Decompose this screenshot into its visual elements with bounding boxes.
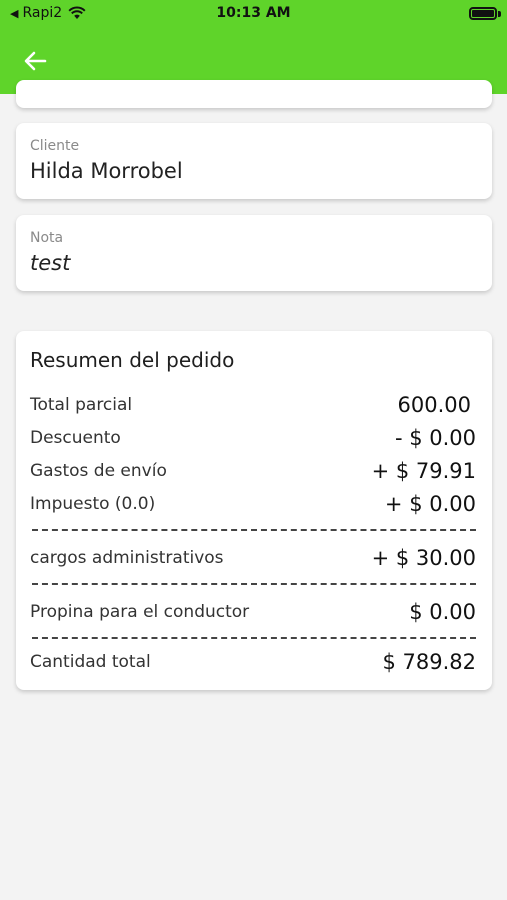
shipping-row: Gastos de envío + $ 79.91 — [30, 456, 476, 486]
note-label: Nota — [30, 230, 64, 246]
status-time: 10:13 AM — [216, 5, 291, 21]
subtotal-label: Total parcial — [30, 395, 133, 415]
order-summary-card: Resumen del pedido Total parcial 600.00 … — [16, 331, 492, 690]
client-name: Hilda Morrobel — [30, 159, 183, 183]
discount-label: Descuento — [30, 428, 121, 448]
tax-row: Impuesto (0.0) + $ 0.00 — [30, 489, 476, 519]
dashed-divider — [32, 583, 476, 585]
dashed-divider — [32, 637, 476, 639]
subtotal-row: Total parcial 600.00 — [30, 390, 476, 420]
shipping-amount: + $ 79.91 — [371, 459, 476, 483]
note-value: test — [30, 251, 71, 275]
dashed-divider — [32, 529, 476, 531]
battery-tip — [498, 11, 501, 17]
battery-icon — [469, 7, 497, 20]
note-card: Nota test — [16, 215, 492, 291]
driver-tip-row: Propina para el conductor $ 0.00 — [30, 597, 476, 627]
admin-fees-row: cargos administrativos + $ 30.00 — [30, 543, 476, 573]
summary-title: Resumen del pedido — [30, 348, 235, 372]
driver-tip-amount: $ 0.00 — [409, 600, 476, 624]
client-card: Cliente Hilda Morrobel — [16, 123, 492, 199]
subtotal-amount: 600.00 — [397, 393, 471, 417]
total-amount: $ 789.82 — [382, 650, 476, 674]
discount-amount: - $ 0.00 — [394, 426, 476, 450]
driver-tip-label: Propina para el conductor — [30, 602, 250, 622]
back-button[interactable] — [20, 46, 50, 76]
admin-fees-label: cargos administrativos — [30, 548, 224, 568]
status-bar: ◀ Rapi2 10:13 AM — [0, 0, 507, 28]
admin-fees-amount: + $ 30.00 — [371, 546, 476, 570]
client-label: Cliente — [30, 138, 80, 154]
total-row: Cantidad total $ 789.82 — [30, 647, 476, 677]
discount-row: Descuento - $ 0.00 — [30, 423, 476, 453]
order-summary-screen: ◀ Rapi2 10:13 AM Cliente Hilda Morrobel … — [0, 0, 507, 900]
tax-label: Impuesto (0.0) — [30, 494, 156, 514]
total-label: Cantidad total — [30, 652, 151, 672]
tax-amount: + $ 0.00 — [384, 492, 476, 516]
previous-card — [16, 80, 492, 108]
shipping-label: Gastos de envío — [30, 461, 167, 481]
arrow-left-icon — [24, 51, 47, 71]
